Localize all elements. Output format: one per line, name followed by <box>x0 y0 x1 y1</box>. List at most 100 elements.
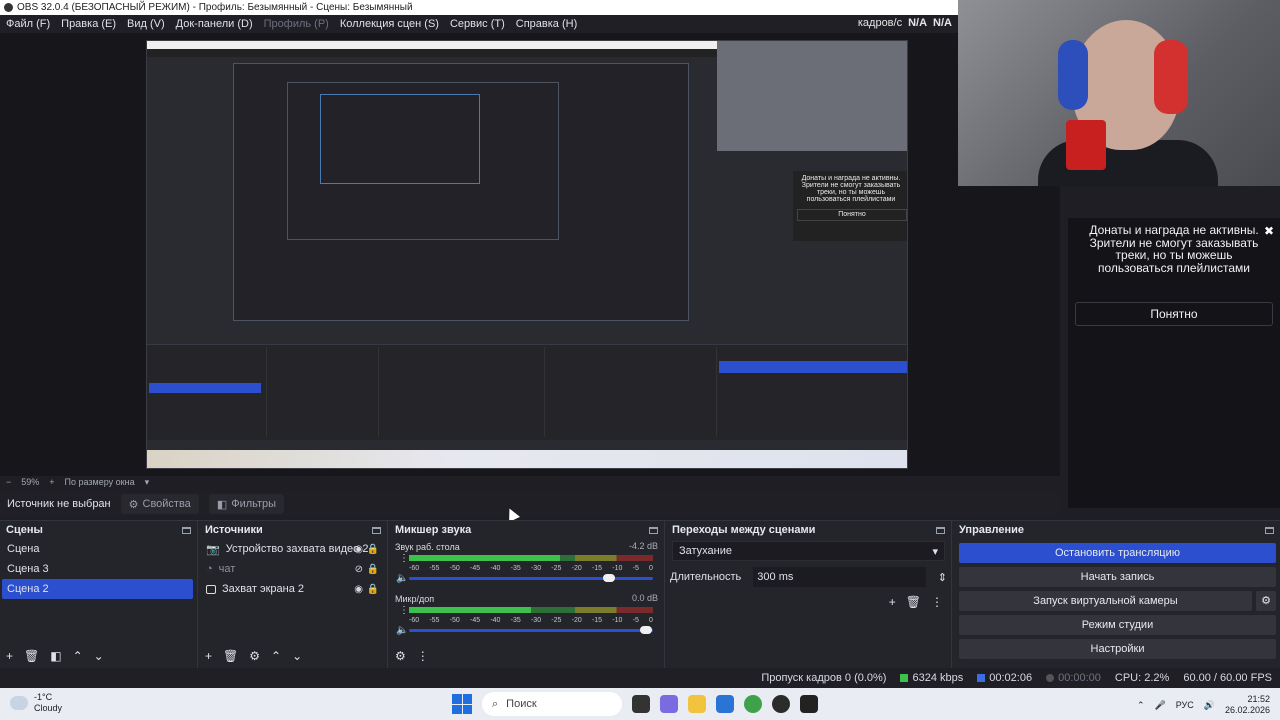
fps-value-2: N/A <box>933 17 952 29</box>
close-icon[interactable]: ✖ <box>1264 224 1274 238</box>
add-icon[interactable]: + <box>205 649 212 663</box>
duration-input[interactable]: 300 ms <box>753 567 926 587</box>
menu-docks[interactable]: Док-панели (D) <box>176 18 253 30</box>
gear-icon[interactable]: ⚙ <box>1256 591 1276 611</box>
menu-edit[interactable]: Правка (E) <box>61 18 116 30</box>
task-view-icon[interactable] <box>632 695 650 713</box>
zoom-out-button[interactable]: − <box>6 477 11 487</box>
zoom-mode[interactable]: По размеру окна <box>65 477 135 487</box>
move-up-icon[interactable]: ⌃ <box>271 649 281 663</box>
filters-button[interactable]: ◧ Фильтры <box>208 494 285 514</box>
dock-undock-icon[interactable] <box>936 526 945 534</box>
menu-view[interactable]: Вид (V) <box>127 18 165 30</box>
more-icon[interactable]: ⋮ <box>931 595 943 609</box>
dock-undock-icon[interactable] <box>372 526 381 534</box>
zoom-in-button[interactable]: + <box>49 477 54 487</box>
dock-undock-icon[interactable] <box>1265 526 1274 534</box>
scene-item-selected[interactable]: Сцена 2 <box>2 579 193 599</box>
menu-scene-collection[interactable]: Коллекция сцен (S) <box>340 18 439 30</box>
zoom-bar: − 59% + По размеру окна ▾ <box>0 476 1060 488</box>
add-icon[interactable]: + <box>889 595 896 609</box>
webcam-headphone-left <box>1058 40 1088 110</box>
dock-undock-icon[interactable] <box>649 526 658 534</box>
menu-tools[interactable]: Сервис (T) <box>450 18 505 30</box>
trash-icon[interactable]: 🗑 <box>24 649 39 663</box>
speaker-icon[interactable]: 🔈 <box>396 573 408 584</box>
lock-icon[interactable]: 🔒 <box>367 544 379 555</box>
properties-button[interactable]: ⚙ Свойства <box>120 494 199 514</box>
source-item[interactable]: 📷 Устройство захвата видео 2 ◉ 🔒 <box>199 539 387 559</box>
meter-scale: -60 -55 -50 -45 -40 -35 -30 -25 -20 -15 -10 -5 0 <box>409 617 653 624</box>
zoom-value: 59% <box>21 477 40 487</box>
stop-streaming-button[interactable]: Остановить трансляцию <box>959 543 1276 563</box>
scale-tick: -5 <box>632 565 639 572</box>
eye-icon[interactable]: ◉ <box>354 544 363 555</box>
studio-mode-button[interactable]: Режим студии <box>959 615 1276 635</box>
program-preview[interactable]: Донаты и награда не активны. Зрители не … <box>146 40 908 469</box>
rec-time: 00:00:00 <box>1058 672 1101 684</box>
lock-icon[interactable]: 🔒 <box>367 564 379 575</box>
lock-icon[interactable]: 🔒 <box>367 584 379 595</box>
dock-undock-icon[interactable] <box>182 526 191 534</box>
clock-date: 26.02.2026 <box>1224 705 1270 715</box>
filter-icon: ◧ <box>216 498 228 511</box>
more-icon[interactable]: ⋮ <box>399 553 409 564</box>
add-icon[interactable]: + <box>6 649 13 663</box>
chevron-down-icon[interactable]: ▾ <box>145 477 150 488</box>
store-icon[interactable] <box>716 695 734 713</box>
volume-icon[interactable]: 🔊 <box>1204 700 1215 711</box>
move-down-icon[interactable]: ⌄ <box>292 649 302 663</box>
clock-time: 21:52 <box>1247 694 1270 704</box>
microphone-icon[interactable]: 🎤 <box>1154 700 1165 711</box>
filter-icon[interactable]: ◧ <box>50 649 61 663</box>
source-item[interactable]: ◔ чат ⊘ 🔒 <box>199 559 387 579</box>
more-icon[interactable]: ⋮ <box>417 649 429 663</box>
source-item[interactable]: Захват экрана 2 ◉ 🔒 <box>199 579 387 599</box>
eye-hidden-icon[interactable]: ⊘ <box>355 564 363 575</box>
trash-icon[interactable]: 🗑 <box>906 595 921 609</box>
scene-item[interactable]: Сцена 3 <box>0 559 193 579</box>
windows-start-icon[interactable] <box>452 694 472 714</box>
menu-file[interactable]: Файл (F) <box>6 18 50 30</box>
controls-title: Управление <box>959 524 1025 536</box>
start-virtual-camera-button[interactable]: Запуск виртуальной камеры <box>959 591 1252 611</box>
volume-slider[interactable] <box>409 574 653 582</box>
settings-button[interactable]: Настройки <box>959 639 1276 659</box>
bitrate-group: 6324 kbps <box>900 672 963 684</box>
trash-icon[interactable]: 🗑 <box>223 649 238 663</box>
nested-stop-button <box>719 361 907 373</box>
volume-knob[interactable] <box>639 626 652 634</box>
teams-icon[interactable] <box>660 695 678 713</box>
transition-select[interactable]: Затухание ▾ <box>672 541 945 561</box>
mixer-settings-icon[interactable]: ⚙ <box>395 649 406 663</box>
move-up-icon[interactable]: ⌃ <box>73 649 83 663</box>
explorer-icon[interactable] <box>688 695 706 713</box>
menu-profile[interactable]: Профиль (P) <box>264 18 329 30</box>
donat-ok-button[interactable]: Понятно <box>1075 302 1273 326</box>
taskbar-clock[interactable]: 21:52 26.02.2026 <box>1225 694 1270 716</box>
start-recording-button[interactable]: Начать запись <box>959 567 1276 587</box>
more-icon[interactable]: ⋮ <box>399 605 409 616</box>
language-indicator[interactable]: РУС <box>1176 700 1194 710</box>
rec-time-group: 00:00:00 <box>1046 672 1101 684</box>
nested-preview-2 <box>287 82 559 240</box>
controls-header: Управление <box>953 521 1280 539</box>
chevron-up-icon[interactable]: ⌃ <box>1137 700 1145 711</box>
weather-widget[interactable]: -1°C Cloudy <box>10 692 62 714</box>
chrome-icon[interactable] <box>744 695 762 713</box>
eye-icon[interactable]: ◉ <box>354 584 363 595</box>
epic-games-icon[interactable] <box>800 695 818 713</box>
move-down-icon[interactable]: ⌄ <box>94 649 104 663</box>
scale-tick: -40 <box>490 617 501 624</box>
duration-stepper-icon[interactable]: ⇕ <box>938 571 947 584</box>
speaker-icon[interactable]: 🔈 <box>396 625 408 636</box>
taskbar-search[interactable]: ⌕ Поиск <box>482 692 622 716</box>
obs-icon[interactable] <box>772 695 790 713</box>
gear-icon[interactable]: ⚙ <box>249 649 260 663</box>
volume-slider[interactable] <box>409 626 653 634</box>
menu-help[interactable]: Справка (H) <box>516 18 577 30</box>
volume-knob[interactable] <box>603 574 616 582</box>
nested-donat-ok: Понятно <box>797 209 907 221</box>
scene-item[interactable]: Сцена <box>0 539 193 559</box>
transition-selected: Затухание <box>679 545 733 557</box>
